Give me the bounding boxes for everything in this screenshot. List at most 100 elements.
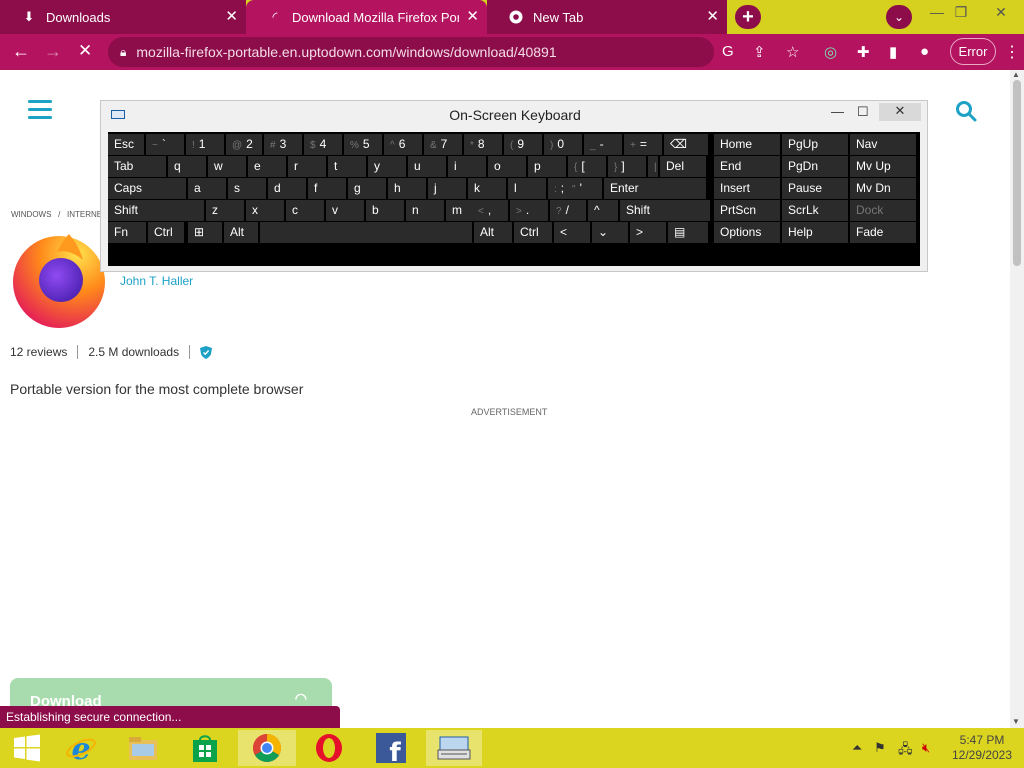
osk-key[interactable]: (9 <box>504 134 542 155</box>
window-close-icon[interactable]: ✕ <box>879 103 921 121</box>
chrome-icon[interactable] <box>238 730 296 766</box>
osk-key[interactable]: Alt <box>474 222 512 243</box>
forward-arrow-icon[interactable]: → <box>44 41 62 61</box>
show-hidden-icons-icon[interactable]: ⏶ <box>852 740 862 756</box>
stop-loading-icon[interactable]: ✕ <box>78 41 92 61</box>
osk-key[interactable]: ~ ` <box>146 134 184 155</box>
kebab-menu-icon[interactable]: ⋮ <box>1004 42 1020 62</box>
osk-key[interactable]: Home <box>714 134 780 155</box>
close-icon[interactable]: ✕ <box>706 9 719 25</box>
maximize-icon[interactable]: ☐ <box>857 104 869 120</box>
osk-key[interactable]: * 8 <box>464 134 502 155</box>
osk-key[interactable]: ScrLk <box>782 200 848 221</box>
scrollbar-thumb[interactable] <box>1013 80 1021 266</box>
share-icon[interactable]: ⇪ <box>753 43 766 61</box>
side-panel-icon[interactable]: ▮ <box>889 43 897 61</box>
osk-key[interactable]: d <box>268 178 306 199</box>
facebook-icon[interactable]: f <box>364 730 418 766</box>
osk-key[interactable]: h <box>388 178 426 199</box>
close-icon[interactable]: ✕ <box>466 9 479 25</box>
scrollbar[interactable]: ▲ ▼ <box>1010 70 1024 728</box>
osk-key[interactable]: PrtScn <box>714 200 780 221</box>
osk-key[interactable]: Dock <box>850 200 916 221</box>
osk-key[interactable]: u <box>408 156 446 177</box>
back-arrow-icon[interactable]: ← <box>12 41 30 61</box>
osk-key[interactable]: Shift <box>620 200 710 221</box>
opera-icon[interactable] <box>302 730 356 766</box>
osk-key[interactable]: w <box>208 156 246 177</box>
osk-key[interactable]: Ctrl <box>514 222 552 243</box>
osk-key[interactable] <box>260 222 472 243</box>
osk-key[interactable]: $4 <box>304 134 342 155</box>
osk-key[interactable]: Pause <box>782 178 848 199</box>
tab-new-tab[interactable]: New Tab ✕ <box>487 0 727 34</box>
window-close-icon[interactable]: ✕ <box>986 4 1016 24</box>
flag-icon[interactable]: ⚑ <box>874 740 886 756</box>
osk-key[interactable]: + = <box>624 134 662 155</box>
osk-key[interactable]: Del <box>660 156 706 177</box>
address-bar[interactable]: 🔒︎ mozilla-firefox-portable.en.uptodown.… <box>108 37 714 67</box>
osk-key[interactable]: v <box>326 200 364 221</box>
osk-key[interactable]: Mv Up <box>850 156 916 177</box>
osk-key[interactable]: ▤ <box>668 222 708 243</box>
osk-key[interactable]: PgUp <box>782 134 848 155</box>
minimize-icon[interactable]: — <box>831 104 844 119</box>
osk-key[interactable]: % 5 <box>344 134 382 155</box>
osk-key[interactable]: > <box>630 222 666 243</box>
osk-key[interactable]: p <box>528 156 566 177</box>
osk-key[interactable]: ⌫ <box>664 134 708 155</box>
osk-key[interactable]: <, <box>472 200 508 221</box>
osk-key[interactable]: @2 <box>226 134 262 155</box>
osk-key[interactable]: _ - <box>584 134 622 155</box>
osk-key[interactable]: |\ <box>648 156 658 177</box>
osk-key[interactable]: Tab <box>108 156 166 177</box>
volume-muted-icon[interactable]: 🔇︎ <box>922 740 930 756</box>
osk-key[interactable]: & 7 <box>424 134 462 155</box>
tab-search-chevron-icon[interactable]: ⌄ <box>886 5 912 29</box>
osk-key[interactable]: j <box>428 178 466 199</box>
scroll-up-icon[interactable]: ▲ <box>1012 70 1020 79</box>
verified-shield-icon[interactable] <box>200 345 213 359</box>
osk-key[interactable]: a <box>188 178 226 199</box>
osk-key[interactable]: x <box>246 200 284 221</box>
breadcrumb-item[interactable]: WINDOWS <box>11 210 51 219</box>
tab-firefox-download[interactable]: ◜ Download Mozilla Firefox Portable ✕ <box>246 0 487 34</box>
osk-key[interactable]: PgDn <box>782 156 848 177</box>
extension-grammarly-icon[interactable]: ◎ <box>824 43 837 61</box>
osk-key[interactable]: #3 <box>264 134 302 155</box>
osk-key[interactable]: Caps <box>108 178 186 199</box>
bookmark-star-icon[interactable]: ☆ <box>786 43 799 61</box>
osk-key[interactable]: n <box>406 200 444 221</box>
osk-key[interactable]: ! 1 <box>186 134 224 155</box>
osk-key[interactable]: Help <box>782 222 848 243</box>
restore-icon[interactable]: ❐ <box>946 4 976 24</box>
osk-key[interactable]: f <box>308 178 346 199</box>
close-icon[interactable]: ✕ <box>225 9 238 25</box>
osk-key[interactable]: t <box>328 156 366 177</box>
osk-key[interactable]: Insert <box>714 178 780 199</box>
osk-key[interactable]: c <box>286 200 324 221</box>
osk-key[interactable]: s <box>228 178 266 199</box>
osk-key[interactable]: z <box>206 200 244 221</box>
osk-key[interactable]: r <box>288 156 326 177</box>
system-clock[interactable]: 5:47 PM 12/29/2023 <box>950 733 1014 763</box>
osk-key[interactable]: Options <box>714 222 780 243</box>
osk-key[interactable]: Esc <box>108 134 144 155</box>
hamburger-menu-icon[interactable] <box>28 100 52 120</box>
osk-key[interactable]: g <box>348 178 386 199</box>
ie-icon[interactable]: e <box>54 730 108 766</box>
osk-key[interactable]: < <box>554 222 590 243</box>
osk-key[interactable]: }] <box>608 156 646 177</box>
author-link[interactable]: John T. Haller <box>120 274 193 288</box>
osk-key[interactable]: " ' <box>566 178 602 199</box>
osk-key[interactable]: {[ <box>568 156 606 177</box>
osk-key[interactable]: ⊞ <box>188 222 222 243</box>
osk-key[interactable]: ^ <box>588 200 618 221</box>
network-icon[interactable]: 🖧︎ <box>898 740 913 762</box>
osk-key[interactable]: Fade <box>850 222 916 243</box>
osk-icon[interactable] <box>426 730 482 766</box>
osk-key[interactable]: >. <box>510 200 548 221</box>
file-explorer-icon[interactable] <box>116 730 170 766</box>
osk-key[interactable]: q <box>168 156 206 177</box>
error-button[interactable]: Error <box>950 38 996 65</box>
